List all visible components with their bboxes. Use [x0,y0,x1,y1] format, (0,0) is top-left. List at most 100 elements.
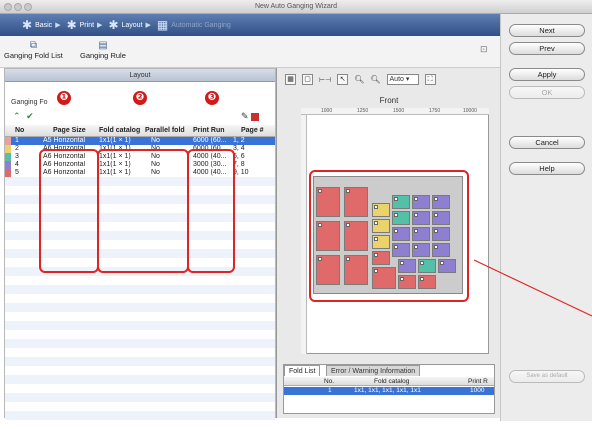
ganging-fold-list-label: Ganging Fold List [4,51,63,60]
edit-icon[interactable]: ✎ [241,111,249,121]
empty-row [5,339,275,348]
select-tool-icon[interactable]: ↖ [337,74,349,85]
zoom-in-icon[interactable]: 🔍︎ [354,75,364,84]
empty-row [5,366,275,375]
gear-icon: ✱ [108,18,119,32]
cell-page-size: A5 Horizontal [43,137,86,144]
prev-button[interactable]: Prev [509,42,585,55]
gear-icon: ✱ [66,18,77,32]
col-page-size[interactable]: Page Size [53,125,97,137]
toolbar: ⧉ Ganging Fold List ▤ Ganging Rule ⊡ [0,36,500,68]
zoom-select[interactable]: Auto ▾ [386,74,419,85]
step-basic-label: Basic [35,21,53,29]
cell-pages: 1, 2 [233,137,245,144]
ruler-tick: 1750 [429,108,441,114]
layout-panel: Layout Ganging Fo ❶ ❷ ❸ ⌃ ✔ ✎ No Page Si… [4,68,276,420]
callout-box-page-size [39,149,99,273]
row-color-swatch [5,169,11,177]
help-button[interactable]: Help [509,162,585,175]
cell-no: 5 [15,169,19,176]
step-layout-label: Layout [121,21,143,29]
empty-row [5,411,275,420]
cancel-button[interactable]: Cancel [509,136,585,149]
col-fold-catalog[interactable]: Fold catalog [99,125,143,137]
ruler-tick: 10000 [463,108,477,114]
empty-row [5,357,275,366]
empty-row [5,312,275,321]
save-default-button[interactable]: Save as default [509,370,585,383]
fit-icon[interactable]: ▢ [302,74,313,85]
delete-icon[interactable] [251,112,260,121]
ruler-tick: 1500 [393,108,405,114]
callout-box-preview [309,170,469,302]
col-print-run[interactable]: Print Run [193,125,231,137]
ok-button[interactable]: OK [509,86,585,99]
step-automatic-ganging[interactable]: ▦ Automatic Ganging [157,18,231,32]
ganging-rule-label: Ganging Rule [80,51,126,60]
title-bar: New Auto Ganging Wizard [0,0,592,14]
wizard-steps-bar: ✱ Basic ▶ ✱ Print ▶ ✱ Layout ▶ ▦ Automat… [0,14,500,36]
empty-row [5,393,275,402]
rule-icon: ▤ [98,40,108,51]
empty-row [5,285,275,294]
horizontal-ruler: 1000 1250 1500 1750 10000 [301,108,489,115]
col-no[interactable]: No. [324,377,334,386]
preview-toolbar: ▦ ▢ ⊢⊣ ↖ 🔍︎ 🔍︎ Auto ▾ ⛶ [285,74,436,85]
empty-row [5,303,275,312]
fullscreen-icon[interactable]: ⛶ [424,74,436,85]
cell-pages: 3, 4 [233,145,245,152]
ganging-fold-list-section-label: Ganging Fo [11,99,48,106]
tab-fold-list[interactable]: Fold List [284,365,321,376]
arrow-right-icon: ▶ [97,22,103,29]
fold-list-icon: ⧉ [29,40,37,51]
callout-marker-2: ❷ [133,91,147,105]
step-basic[interactable]: ✱ Basic ▶ [22,18,61,32]
empty-row [5,402,275,411]
lock-icon[interactable]: ⊡ [480,44,488,55]
side-label: Front [379,96,399,105]
check-icon[interactable]: ✔ [26,111,34,121]
empty-row [5,294,275,303]
step-layout[interactable]: ✱ Layout ▶ [108,18,150,32]
arrow-right-icon: ▶ [55,22,61,29]
col-page-number[interactable]: Page # [241,125,273,137]
callout-marker-3: ❸ [205,91,219,105]
table-header-row: No Page Size Fold catalog Parallel fold … [5,125,275,137]
table-row[interactable]: 1 A5 Horizontal 1x1(1 × 1) No 6000 (60... 1, … [5,137,275,145]
fold-list-run: 1000 [470,387,485,394]
cell-no: 4 [15,161,19,168]
wizard-buttons: Next Prev Apply OK Cancel Help Save as d… [500,14,592,421]
zoom-window-icon[interactable] [24,3,32,11]
callout-box-print-run [187,149,235,273]
zoom-out-icon[interactable]: 🔍︎ [370,75,380,84]
row-tools: ⌃ ✔ [13,111,34,122]
fold-list-catalog: 1x1, 1x1, 1x1, 1x1, 1x1 [354,387,421,394]
tab-error-warning[interactable]: Error / Warning Information [326,365,421,376]
fold-list-row[interactable]: 1 1x1, 1x1, 1x1, 1x1, 1x1 1000 [284,387,494,395]
empty-row [5,321,275,330]
empty-row [5,384,275,393]
cell-no: 1 [15,137,19,144]
col-parallel-fold[interactable]: Parallel fold [145,125,189,137]
minimize-window-icon[interactable] [14,3,22,11]
move-up-icon[interactable]: ⌃ [13,111,21,121]
arrow-right-icon: ▶ [145,22,151,29]
close-window-icon[interactable] [4,3,12,11]
gear-icon: ✱ [22,18,33,32]
ganging-rule-button[interactable]: ▤ Ganging Rule [80,40,126,60]
next-button[interactable]: Next [509,24,585,37]
apply-button[interactable]: Apply [509,68,585,81]
ruler-toggle-icon[interactable]: ⊢⊣ [319,76,331,84]
empty-row [5,330,275,339]
ganging-fold-list-button[interactable]: ⧉ Ganging Fold List [4,40,63,60]
col-no[interactable]: No [15,125,31,137]
col-fold-catalog[interactable]: Fold catalog [374,377,409,386]
cell-pages: 5, 6 [233,153,245,160]
step-print[interactable]: ✱ Print ▶ [67,18,103,32]
empty-row [5,276,275,285]
cell-no: 3 [15,153,19,160]
fold-list-header: No. Fold catalog Print R [284,377,494,386]
layout-mode-icon[interactable]: ▦ [285,74,296,85]
row-color-swatch [5,137,11,145]
col-print-run[interactable]: Print R [468,377,488,386]
